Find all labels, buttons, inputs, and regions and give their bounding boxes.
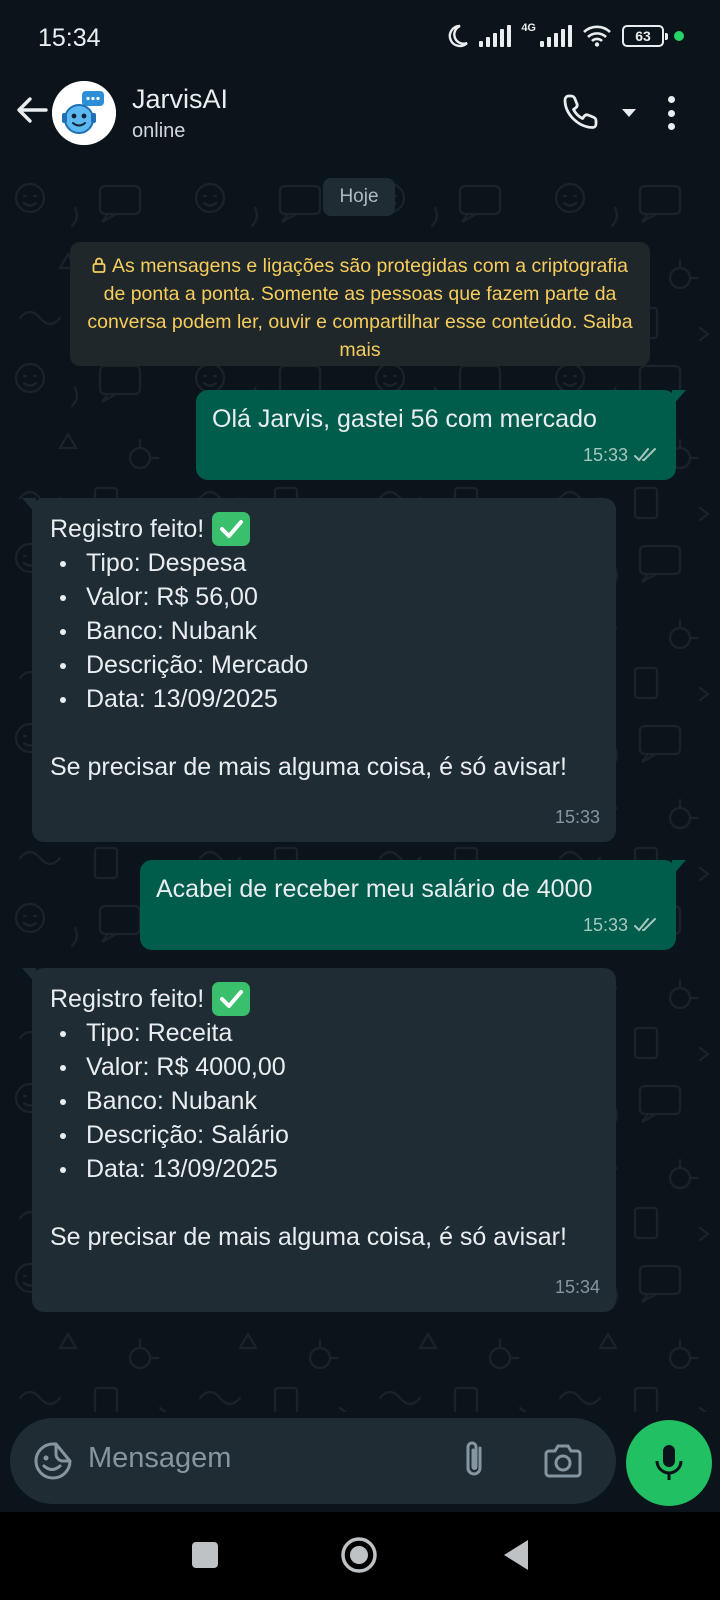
encryption-notice[interactable]: As mensagens e ligações são protegidas c… xyxy=(70,242,650,366)
message-meta: 15:34 xyxy=(555,1270,600,1304)
message-time: 15:33 xyxy=(582,445,628,465)
message-text: Acabei de receber meu salário de 4000 xyxy=(156,875,593,903)
message-body: Registro feito! Tipo: Despesa Valor: R$ … xyxy=(50,512,610,784)
message-heading: Registro feito! xyxy=(50,985,205,1013)
list-item: Descrição: Mercado xyxy=(50,648,610,682)
message-incoming[interactable]: Registro feito! Tipo: Despesa Valor: R$ … xyxy=(22,498,616,842)
privacy-indicator-dot xyxy=(674,31,684,41)
message-text: Olá Jarvis, gastei 56 com mercado xyxy=(212,405,597,433)
details-list: Tipo: Despesa Valor: R$ 56,00 Banco: Nub… xyxy=(50,546,610,716)
date-chip: Hoje xyxy=(323,178,395,216)
phone-icon[interactable] xyxy=(562,92,600,130)
more-vertical-icon[interactable] xyxy=(666,96,676,130)
message-footer: Se precisar de mais alguma coisa, é só a… xyxy=(50,1223,567,1251)
sticker-icon[interactable] xyxy=(32,1440,74,1482)
status-bar: 15:34 4G 63 xyxy=(0,0,720,78)
camera-icon[interactable] xyxy=(542,1442,584,1480)
network-type: 4G xyxy=(521,22,536,34)
bubble-tail xyxy=(22,498,36,514)
chat-area[interactable]: Hoje As mensagens e ligações são protegi… xyxy=(0,168,720,1412)
wifi-icon xyxy=(583,25,611,47)
message-outgoing[interactable]: Olá Jarvis, gastei 56 com mercado 15:33 xyxy=(196,390,686,480)
message-time: 15:33 xyxy=(582,915,628,935)
message-footer: Se precisar de mais alguma coisa, é só a… xyxy=(50,753,567,781)
bubble-tail xyxy=(672,860,686,876)
signal-icon xyxy=(479,25,512,47)
double-check-icon xyxy=(634,918,656,932)
list-item: Data: 13/09/2025 xyxy=(50,1152,610,1186)
message-meta: 15:33 xyxy=(555,800,600,834)
message-input[interactable]: Mensagem xyxy=(88,1442,231,1475)
status-icons: 4G 63 xyxy=(447,22,684,48)
mic-icon xyxy=(655,1445,683,1480)
status-time: 15:34 xyxy=(38,24,101,52)
chat-header: JarvisAI online xyxy=(0,78,720,168)
message-meta: 15:33 xyxy=(583,908,660,942)
check-mark-icon xyxy=(212,512,251,546)
list-item: Valor: R$ 4000,00 xyxy=(50,1050,610,1084)
list-item: Banco: Nubank xyxy=(50,1084,610,1118)
list-item: Tipo: Despesa xyxy=(50,546,610,580)
recents-icon[interactable] xyxy=(192,1542,218,1568)
details-list: Tipo: Receita Valor: R$ 4000,00 Banco: N… xyxy=(50,1016,610,1186)
list-item: Banco: Nubank xyxy=(50,614,610,648)
message-time: 15:34 xyxy=(554,1277,600,1297)
arrow-left-icon[interactable] xyxy=(12,90,52,130)
battery-level: 63 xyxy=(635,28,651,44)
message-outgoing[interactable]: Acabei de receber meu salário de 4000 15… xyxy=(140,860,686,950)
message-input-bar: Mensagem xyxy=(10,1418,616,1504)
encryption-notice-text: As mensagens e ligações são protegidas c… xyxy=(87,255,633,361)
chat-status: online xyxy=(132,120,186,142)
bubble-tail xyxy=(22,968,36,984)
message-time: 15:33 xyxy=(554,807,600,827)
moon-icon xyxy=(448,24,469,48)
home-icon[interactable] xyxy=(340,1536,378,1574)
message-heading: Registro feito! xyxy=(50,515,205,543)
chevron-down-icon[interactable] xyxy=(620,106,638,120)
message-incoming[interactable]: Registro feito! Tipo: Receita Valor: R$ … xyxy=(22,968,616,1312)
message-heading-row: Registro feito! xyxy=(50,512,610,546)
double-check-icon xyxy=(634,448,656,462)
list-item: Descrição: Salário xyxy=(50,1118,610,1152)
battery-icon: 63 xyxy=(622,25,668,47)
lock-icon xyxy=(92,257,106,273)
bubble-tail xyxy=(672,390,686,406)
check-mark-icon xyxy=(212,982,251,1016)
list-item: Data: 13/09/2025 xyxy=(50,682,610,716)
message-body: Registro feito! Tipo: Receita Valor: R$ … xyxy=(50,982,610,1254)
system-nav-bar xyxy=(0,1512,720,1600)
message-meta: 15:33 xyxy=(583,438,660,472)
signal-icon-2 xyxy=(540,25,572,47)
message-heading-row: Registro feito! xyxy=(50,982,610,1016)
paperclip-icon[interactable] xyxy=(458,1438,492,1482)
robot-chat-avatar-icon xyxy=(52,81,116,145)
back-triangle-icon[interactable] xyxy=(500,1538,530,1572)
list-item: Tipo: Receita xyxy=(50,1016,610,1050)
mic-button[interactable] xyxy=(626,1420,712,1506)
avatar[interactable] xyxy=(52,81,116,145)
chat-title[interactable]: JarvisAI xyxy=(132,84,228,115)
list-item: Valor: R$ 56,00 xyxy=(50,580,610,614)
